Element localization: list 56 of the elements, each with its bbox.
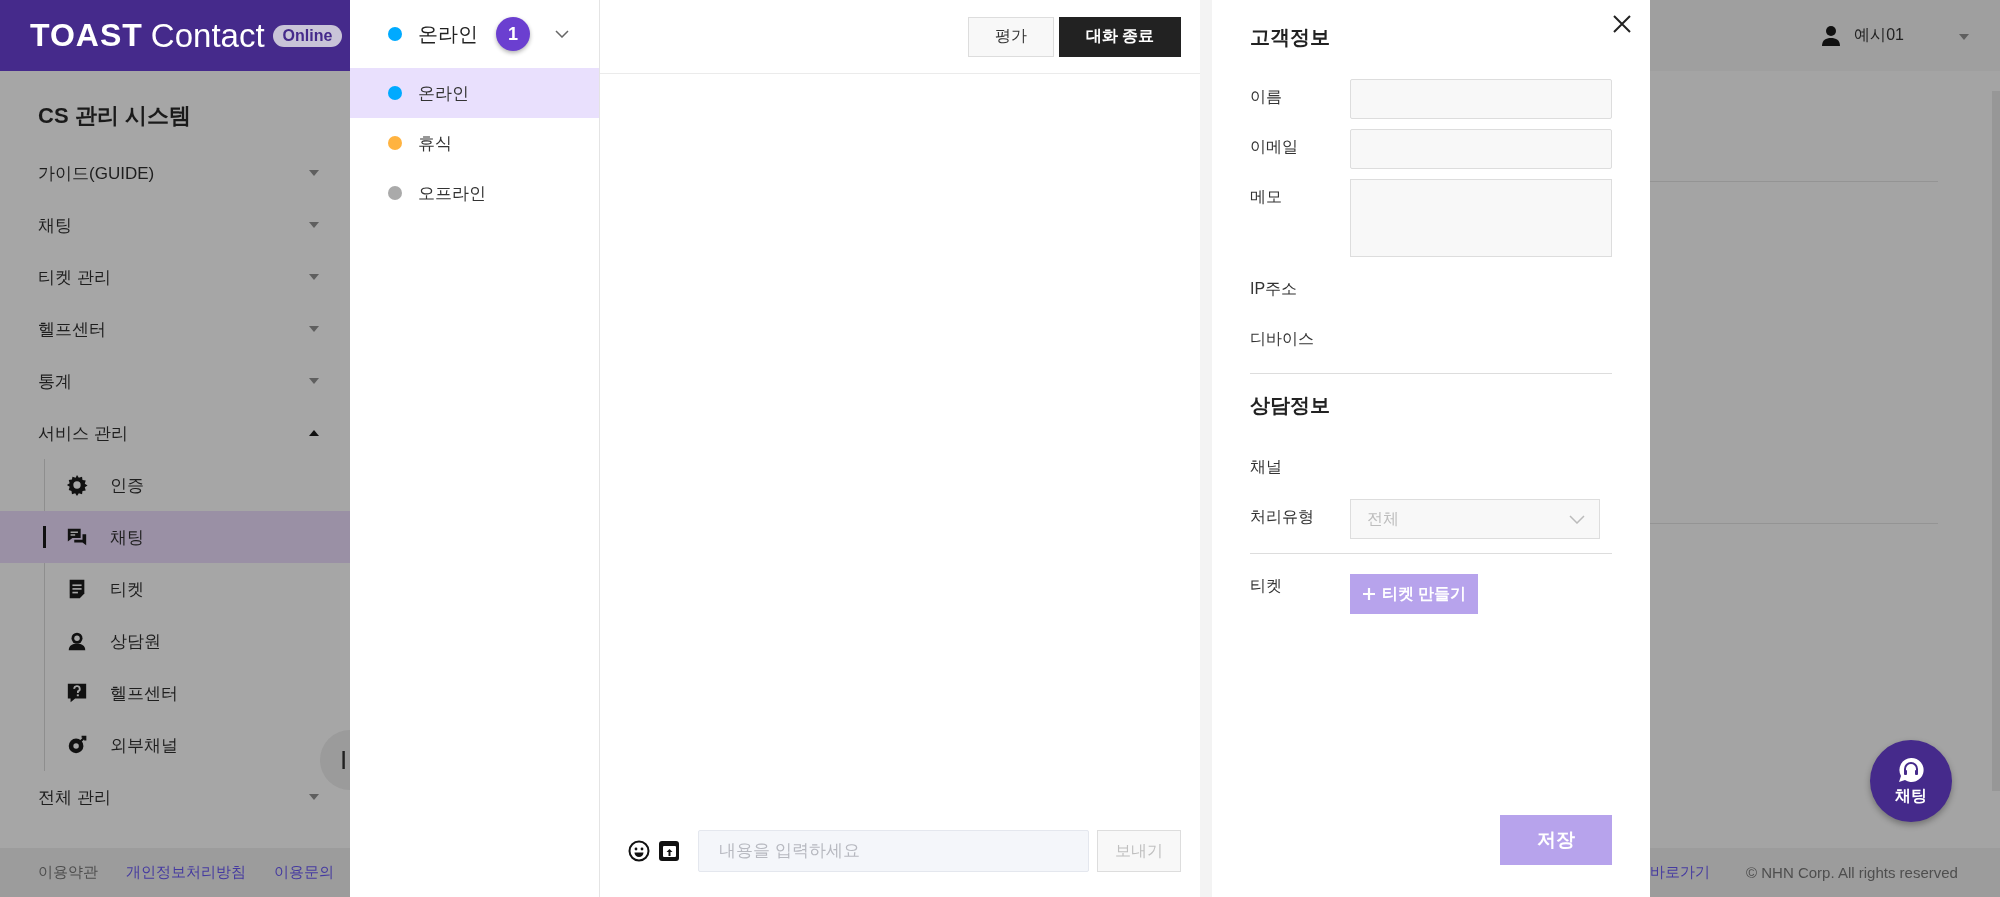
status-option[interactable]: 온라인 (350, 68, 599, 118)
upload-icon[interactable] (658, 840, 680, 862)
caret-down-icon (308, 221, 320, 229)
field-label: 티켓 (1250, 576, 1283, 596)
caret-down-icon (308, 169, 320, 177)
rating-button[interactable]: 평가 (967, 16, 1054, 57)
status-dropdown[interactable]: 온라인 1 (350, 0, 599, 68)
section-title: 고객정보 (1250, 25, 1331, 50)
submenu-item[interactable]: 외부채널 (0, 719, 198, 771)
menu-item[interactable]: 통계 (0, 355, 350, 407)
count-badge: 1 (496, 17, 530, 51)
menu-item[interactable]: 가이드(GUIDE) (0, 147, 350, 199)
chevron-icon (555, 30, 569, 38)
chat-fab-button[interactable]: 채팅 (1870, 740, 1952, 822)
person-icon (66, 630, 88, 652)
caret-down-icon (308, 377, 320, 385)
caret-down-icon (308, 325, 320, 333)
chat-bubbles-icon (66, 526, 88, 548)
memo-field[interactable] (1350, 179, 1612, 257)
section-title: 상담정보 (1250, 393, 1331, 418)
user-icon (1822, 25, 1841, 46)
menu-item[interactable]: 채팅 (0, 199, 350, 251)
submenu-item[interactable]: 채팅 (0, 511, 350, 563)
caret-up-icon (308, 429, 320, 437)
circle-arrow-icon (66, 734, 88, 756)
field-label: 이름 (1250, 87, 1283, 107)
message-input[interactable]: 내용을 입력하세요 (698, 830, 1089, 872)
menu-item[interactable]: 티켓 관리 (0, 251, 350, 303)
caret-down-icon (308, 273, 320, 281)
submenu-item[interactable]: 인증 (0, 459, 164, 511)
field-label: 이메일 (1250, 137, 1299, 157)
plus-icon (1361, 587, 1376, 601)
menu-item[interactable]: 헬프센터 (0, 303, 350, 355)
field-label: 처리유형 (1250, 507, 1315, 527)
field-label: IP주소 (1250, 279, 1299, 299)
sidebar-title: CS 관리 시스템 (38, 102, 192, 130)
input-field[interactable] (1350, 79, 1612, 119)
side-tab-button[interactable]: I (320, 730, 350, 790)
copyright-text: © NHN Corp. All rights reserved (1746, 864, 1958, 881)
submenu-item[interactable]: 헬프센터 (0, 667, 198, 719)
user-name[interactable]: 예시01 (1854, 25, 1904, 46)
input-field[interactable] (1350, 129, 1612, 169)
caret-down-icon (308, 793, 320, 801)
headset-bubble-icon (1897, 755, 1925, 784)
emoji-icon[interactable] (628, 840, 650, 862)
question-bubble-icon (66, 682, 88, 704)
field-label: 메모 (1250, 187, 1283, 207)
submenu-item[interactable]: 상담원 (0, 615, 181, 667)
chevron-icon (1569, 514, 1585, 524)
field-label: 디바이스 (1250, 329, 1315, 349)
end-chat-button[interactable]: 대화 종료 (1058, 16, 1181, 57)
gear-icon (66, 474, 88, 496)
field-label: 채널 (1250, 457, 1283, 477)
caret-down-icon (1958, 32, 1970, 41)
menu-item[interactable]: 서비스 관리 (0, 407, 350, 459)
submenu-item[interactable]: 티켓 (0, 563, 164, 615)
